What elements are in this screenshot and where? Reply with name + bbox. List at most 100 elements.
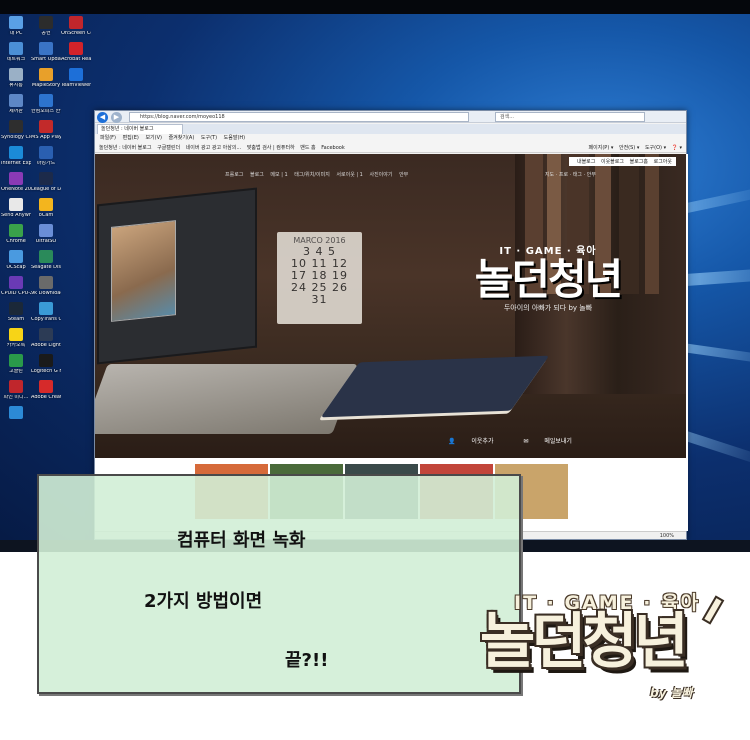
desktop-icon[interactable]: 공헌 xyxy=(31,16,61,36)
nav-link[interactable]: 사진이야기 xyxy=(369,172,392,178)
help-menu[interactable]: ❓ ▾ xyxy=(672,145,682,151)
address-bar-row: ◀ ▶ https://blog.naver.com/moyeo118 검색..… xyxy=(95,111,686,123)
menu-edit[interactable]: 편집(E) xyxy=(123,134,139,143)
desktop-icon[interactable]: 파인 미디... xyxy=(1,380,31,400)
desktop-icon[interactable]: CPUID CPU-Z xyxy=(1,276,31,296)
desktop-icon-label: OnScreen Control xyxy=(61,31,91,36)
nav-neighbor-blog[interactable]: 이웃블로그 xyxy=(601,159,624,165)
desktop-icon[interactable]: 제어판 xyxy=(1,94,31,114)
add-neighbor-label: 이웃추가 xyxy=(471,438,494,445)
desktop-icon[interactable]: Chrome xyxy=(1,224,31,244)
app-icon xyxy=(39,276,53,289)
nav-blog-home[interactable]: 블로그홈 xyxy=(630,159,648,165)
desktop-icon[interactable]: 네트워크 xyxy=(1,42,31,62)
laptop-screen xyxy=(97,187,257,365)
app-icon xyxy=(9,380,23,393)
desktop-icon-label: 공헌 xyxy=(41,31,51,36)
url-field[interactable]: https://blog.naver.com/moyeo118 xyxy=(129,112,469,122)
favorite-item[interactable]: 네이버 광고 광고 아삼의... xyxy=(186,143,242,152)
desktop-icon[interactable]: Send Anywhere xyxy=(1,198,31,218)
desktop-icon[interactable]: UCScap xyxy=(1,250,31,270)
page-menu[interactable]: 페이지(P) ▾ xyxy=(589,145,614,151)
app-icon xyxy=(39,198,53,211)
desktop-icon[interactable]: 9k Downloader xyxy=(31,276,61,296)
desktop-icon[interactable]: TeamViewer 14 xyxy=(61,68,91,88)
desktop-icon[interactable]: Adobe Creative ... xyxy=(31,380,61,400)
desktop-icon[interactable]: 한컴오피스 한글 201... xyxy=(31,94,61,114)
desktop-icon[interactable]: MS App Player xyxy=(31,120,61,140)
favorite-item[interactable]: Facebook xyxy=(321,143,345,152)
app-icon xyxy=(39,250,53,263)
desktop-icon[interactable]: 고클린 xyxy=(1,354,31,374)
desktop-icon[interactable]: Acrobat Reader DC xyxy=(61,42,91,62)
desktop-icon[interactable]: 카카오톡 xyxy=(1,328,31,348)
tab-blog[interactable]: 놀던청년 : 네이버 블로그 xyxy=(97,124,183,134)
nav-link[interactable]: 서로이웃 | 1 xyxy=(336,172,362,178)
tools-menu[interactable]: 도구(O) ▾ xyxy=(645,145,666,151)
brand-byline: by 놀빠 xyxy=(650,686,693,700)
desktop-icon[interactable]: MapleStory xyxy=(31,68,61,88)
desktop-icon[interactable]: Logitech G HUB xyxy=(31,354,61,374)
safety-menu[interactable]: 안전(S) ▾ xyxy=(619,145,639,151)
app-icon xyxy=(69,16,83,29)
desktop-icon[interactable]: Synology Cloud ... xyxy=(1,120,31,140)
calendar-row: 31 xyxy=(311,293,328,306)
desktop-icon[interactable]: Seagate DiscWizard xyxy=(31,250,61,270)
back-button[interactable]: ◀ xyxy=(97,112,108,123)
nav-link[interactable]: 안부 xyxy=(399,172,408,178)
desktop-icon[interactable]: OnScreen Control xyxy=(61,16,91,36)
desktop-icon[interactable]: Steam xyxy=(1,302,31,322)
desktop-icon[interactable]: 휴지통 xyxy=(1,68,31,88)
desktop-icon-label: TeamViewer 14 xyxy=(61,83,91,88)
desktop-icon-label: 내 PC xyxy=(9,31,23,36)
menu-help[interactable]: 도움말(H) xyxy=(224,134,245,143)
menu-favorites[interactable]: 즐겨찾기(A) xyxy=(169,134,195,143)
nav-link[interactable]: 태그/위치/이미지 xyxy=(294,172,330,178)
desktop-icon-label: 마킹가드 xyxy=(36,161,56,166)
desktop-icon[interactable]: 내 PC xyxy=(1,16,31,36)
tab-row: 놀던청년 : 네이버 블로그 xyxy=(95,124,686,134)
menu-view[interactable]: 보기(V) xyxy=(145,134,162,143)
desktop-icon[interactable]: League of Legends xyxy=(31,172,61,192)
caption-line-1: 컴퓨터 화면 녹화 xyxy=(177,530,306,551)
nav-logout[interactable]: 로그아웃 xyxy=(654,159,672,165)
favorite-item[interactable]: 놀던청년 : 네이버 블로그 xyxy=(99,143,151,152)
menu-tools[interactable]: 도구(T) xyxy=(201,134,217,143)
forward-button[interactable]: ▶ xyxy=(111,112,122,123)
desktop-icon[interactable]: UltraISO xyxy=(31,224,61,244)
app-icon xyxy=(39,146,53,159)
desktop-icon[interactable]: OneNote 2013 xyxy=(1,172,31,192)
nav-link[interactable]: 블로그 xyxy=(250,172,264,178)
desktop-icon[interactable]: oCam xyxy=(31,198,61,218)
desktop-icon-label: UltraISO xyxy=(35,239,57,244)
blog-header-image: MARCO 2016 3 4 5 10 11 12 17 18 19 24 25… xyxy=(95,154,686,458)
brand-logo: IT · GAME · 육아 놀던청년 by 놀빠 xyxy=(480,588,740,718)
desktop-icon[interactable]: 마킹가드 xyxy=(31,146,61,166)
caption-line-2: 2가지 방법이면 xyxy=(144,591,263,612)
blog-sub-nav[interactable]: 지도 · 프로 · 태그 · 안부 xyxy=(545,171,596,178)
desktop-icon-label: MS App Player xyxy=(31,135,61,140)
desktop-icon[interactable]: Internet Explorer xyxy=(1,146,31,166)
desktop-icon[interactable]: Smart Updater Plus xyxy=(31,42,61,62)
desktop-icon-label: 고클린 xyxy=(9,369,23,374)
desktop-icon[interactable] xyxy=(1,406,31,421)
nav-my-blog[interactable]: 내블로그 xyxy=(577,159,595,165)
desktop-icon-label: Chrome xyxy=(6,239,26,244)
add-neighbor-button[interactable]: 👤 이웃추가 xyxy=(448,438,507,445)
app-icon xyxy=(39,42,53,55)
favorite-item[interactable]: 밴드 홈 xyxy=(300,143,315,152)
favorite-item[interactable]: 구글캘린더 xyxy=(157,143,180,152)
favorite-item[interactable]: 맞춤법 검사 | 컴퓨터하 xyxy=(247,143,295,152)
app-icon xyxy=(39,94,53,107)
zoom-level[interactable]: 100% xyxy=(660,533,674,539)
desktop-icon[interactable]: CopyTrans Control ... xyxy=(31,302,61,322)
menu-file[interactable]: 파일(F) xyxy=(100,134,116,143)
nav-link[interactable]: 프롤로그 xyxy=(225,172,243,178)
app-icon xyxy=(9,276,23,289)
search-input[interactable]: 검색... xyxy=(495,112,645,122)
nav-link[interactable]: 메모 | 1 xyxy=(270,172,287,178)
person-icon: 👤 xyxy=(448,438,458,445)
send-mail-button[interactable]: ✉ 메일보내기 xyxy=(523,438,586,445)
desktop-icon-label: Adobe Lightroo... xyxy=(31,343,61,348)
desktop-icon[interactable]: Adobe Lightroo... xyxy=(31,328,61,348)
